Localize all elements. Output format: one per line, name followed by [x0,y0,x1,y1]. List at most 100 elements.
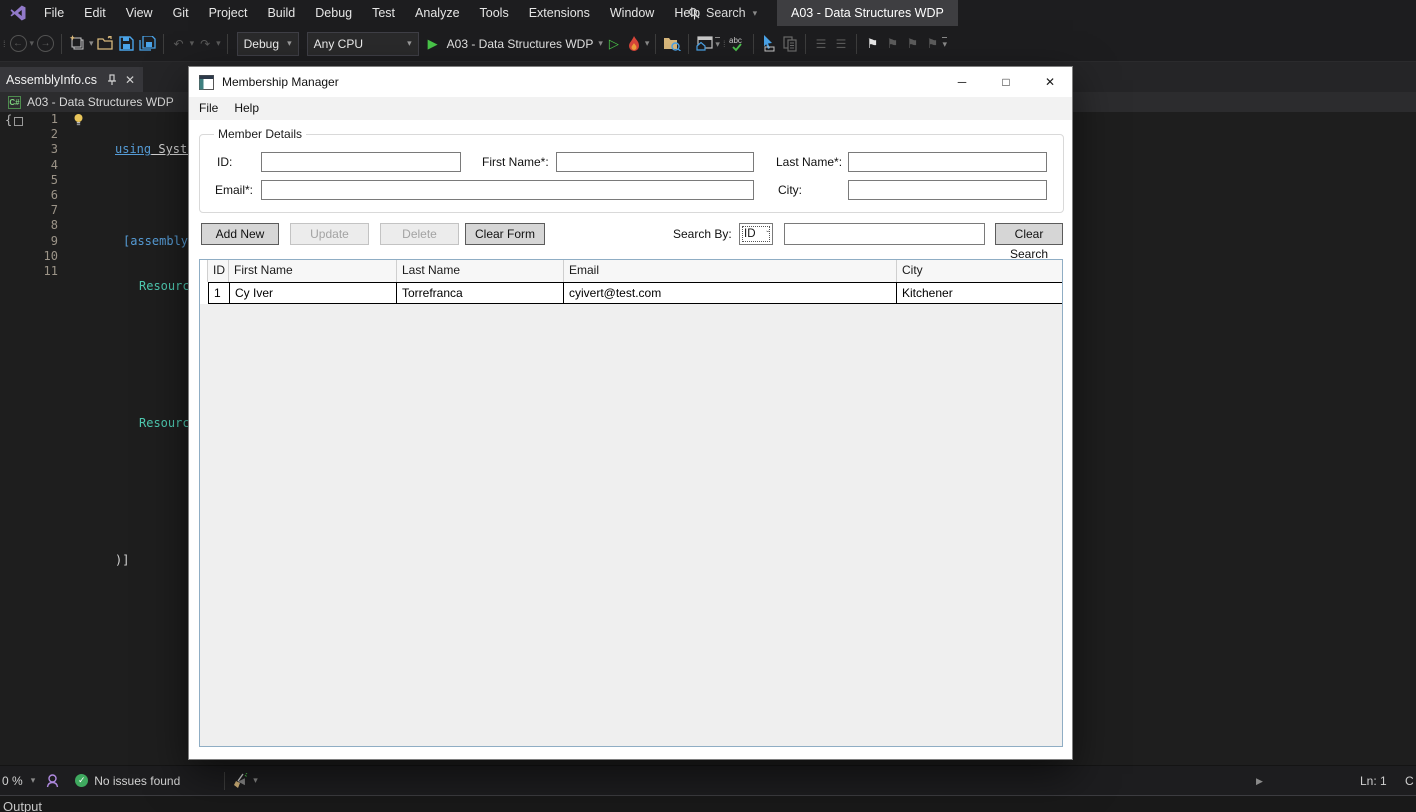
members-grid[interactable]: ID First Name Last Name Email City 1 Cy … [199,259,1063,747]
update-button[interactable]: Update [290,223,369,245]
city-field[interactable] [848,180,1047,200]
hot-reload-dropdown-icon[interactable]: ▾ [645,38,650,49]
menu-build[interactable]: Build [257,0,305,26]
column-indicator[interactable]: C [1405,766,1414,796]
menu-analyze[interactable]: Analyze [405,0,469,26]
close-button[interactable]: ✕ [1028,67,1072,97]
menu-edit[interactable]: Edit [74,0,116,26]
column-header-city[interactable]: City [897,260,1063,282]
menu-tools[interactable]: Tools [470,0,519,26]
cell-last-name[interactable]: Torrefranca [397,283,564,303]
navigate-dropdown-icon[interactable]: ▾ [715,37,720,50]
clear-form-button[interactable]: Clear Form [465,223,545,245]
search-by-select[interactable]: ID ˇ [739,223,773,245]
new-project-dropdown-icon[interactable]: ▾ [89,38,94,49]
menu-git[interactable]: Git [163,0,199,26]
maximize-button[interactable]: □ [984,67,1028,97]
scroll-right-icon[interactable]: ▶ [1256,766,1263,796]
health-status[interactable]: No issues found [94,774,180,788]
close-tab-icon[interactable]: ✕ [125,73,135,87]
app-title-bar[interactable]: Membership Manager ─ □ ✕ [189,67,1072,97]
cell-first-name[interactable]: Cy Iver [230,283,397,303]
pin-icon[interactable] [105,74,117,86]
id-field[interactable] [261,152,461,172]
select-element-icon[interactable] [761,32,778,56]
menu-view[interactable]: View [116,0,163,26]
increase-indent-icon[interactable]: ☰ [833,32,849,56]
hot-reload-icon[interactable] [626,32,642,56]
last-name-field[interactable] [848,152,1047,172]
intellicode-icon[interactable] [46,774,59,788]
column-header-id[interactable]: ID [208,260,229,282]
copy-parent-icon[interactable] [782,32,798,56]
grid-corner-cell [200,260,208,282]
vs-search[interactable]: Search ▾ [688,0,758,26]
email-field[interactable] [261,180,754,200]
search-input[interactable] [784,223,985,245]
column-header-email[interactable]: Email [564,260,897,282]
city-label: City: [778,180,802,200]
minimize-button[interactable]: ─ [940,67,984,97]
line-indicator[interactable]: Ln: 1 [1360,766,1387,796]
zoom-level[interactable]: 0 % [2,774,23,788]
toolbar-grip-icon[interactable]: ⁞ [723,39,725,49]
clear-search-button[interactable]: Clear Search [995,223,1063,245]
member-details-groupbox: Member Details [199,134,1064,213]
undo-icon[interactable]: ↶ [171,32,187,56]
column-header-last-name[interactable]: Last Name [397,260,564,282]
save-icon[interactable] [119,32,135,56]
navigate-back-dropdown-icon[interactable]: ▾ [30,38,35,49]
vs-menu-bar: File Edit View Git Project Build Debug T… [0,0,1416,26]
start-without-debugging-button[interactable]: ▷ [606,32,622,56]
bookmarks-dropdown-icon[interactable]: ▾ [942,37,947,50]
toolbar-grip-icon[interactable]: ⁞ [3,39,5,49]
redo-dropdown-icon[interactable]: ▾ [216,38,221,49]
next-bookmark-icon[interactable]: ⚑ [904,32,920,56]
cell-email[interactable]: cyivert@test.com [564,283,897,303]
toggle-bookmark-icon[interactable]: ⚑ [864,32,880,56]
menu-project[interactable]: Project [199,0,258,26]
code-cleanup-dropdown-icon[interactable]: ▾ [253,775,258,786]
search-label: Search [706,6,746,20]
cell-city[interactable]: Kitchener [897,283,1063,303]
output-panel-title[interactable]: Output [3,799,42,812]
redo-icon[interactable]: ↷ [197,32,213,56]
run-target-label[interactable]: A03 - Data Structures WDP [447,37,594,51]
find-in-files-icon[interactable] [663,32,681,56]
open-file-icon[interactable] [97,32,115,56]
menu-debug[interactable]: Debug [305,0,362,26]
menu-extensions[interactable]: Extensions [519,0,600,26]
row-header-cell[interactable] [200,282,208,304]
clear-bookmarks-icon[interactable]: ⚑ [924,32,940,56]
solution-platform-select[interactable]: Any CPU ▾ [307,32,419,56]
app-menu-file[interactable]: File [191,97,226,120]
column-header-first-name[interactable]: First Name [229,260,397,282]
solution-configuration-select[interactable]: Debug ▾ [237,32,299,56]
table-row[interactable]: 1 Cy Iver Torrefranca cyivert@test.com K… [200,282,1062,304]
tab-assemblyinfo[interactable]: AssemblyInfo.cs ✕ [0,67,143,92]
menu-file[interactable]: File [34,0,74,26]
run-target-dropdown-icon[interactable]: ▾ [598,38,603,49]
save-all-icon[interactable] [139,32,156,56]
navigate-back-icon[interactable]: ← [10,35,27,52]
scroll-left-icon[interactable]: ◀ [238,766,245,796]
app-menu-help[interactable]: Help [226,97,267,120]
configuration-value: Debug [244,37,279,51]
delete-button[interactable]: Delete [380,223,459,245]
navigate-home-icon[interactable] [696,32,713,56]
menu-window[interactable]: Window [600,0,664,26]
add-new-button[interactable]: Add New [201,223,279,245]
menu-test[interactable]: Test [362,0,405,26]
start-debugging-button[interactable]: ▶ [425,32,441,56]
membership-manager-window: Membership Manager ─ □ ✕ File Help Membe… [188,66,1073,760]
cell-id[interactable]: 1 [209,283,230,303]
navigate-forward-icon[interactable]: → [37,35,54,52]
decrease-indent-icon[interactable]: ☰ [813,32,829,56]
undo-dropdown-icon[interactable]: ▾ [190,38,195,49]
zoom-dropdown-icon[interactable]: ▾ [31,775,36,786]
new-project-icon[interactable] [69,32,86,56]
first-name-field[interactable] [556,152,754,172]
previous-bookmark-icon[interactable]: ⚑ [884,32,900,56]
csharp-project-icon: C# [8,96,21,109]
spell-check-icon[interactable]: abc [729,32,746,56]
